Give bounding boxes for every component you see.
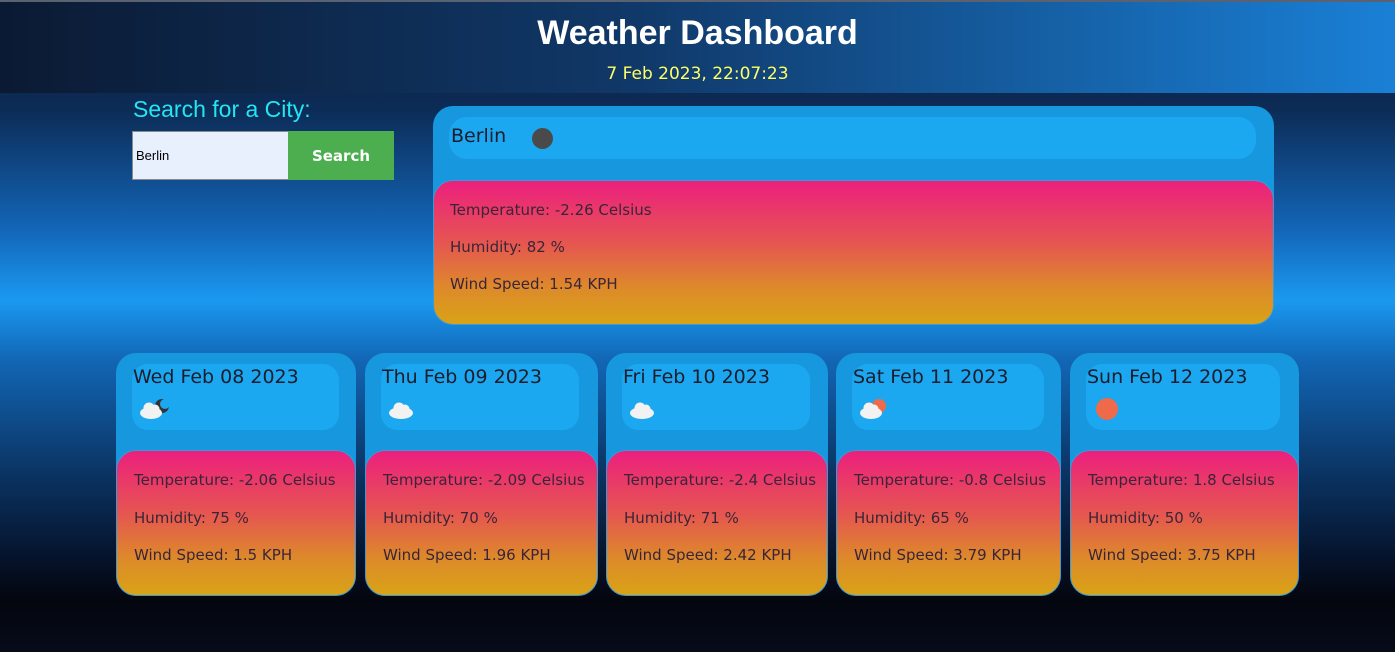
cloud-night-icon xyxy=(140,399,170,419)
forecast-card: Fri Feb 10 2023 Temperature: -2.4 Celsiu… xyxy=(606,353,828,596)
forecast-wind-speed: Wind Speed: 2.42 KPH xyxy=(624,546,792,564)
forecast-stats: Temperature: 1.8 Celsius Humidity: 50 % … xyxy=(1070,450,1299,596)
forecast-card: Thu Feb 09 2023 Temperature: -2.09 Celsi… xyxy=(365,353,598,596)
forecast-temperature: Temperature: -2.4 Celsius xyxy=(624,471,817,489)
forecast-card: Wed Feb 08 2023 Temperature: -2.06 Celsi… xyxy=(116,353,356,596)
forecast-date: Sun Feb 12 2023 xyxy=(1087,366,1248,388)
forecast-stats: Temperature: -0.8 Celsius Humidity: 65 %… xyxy=(836,450,1061,596)
forecast-date: Thu Feb 09 2023 xyxy=(382,366,542,388)
forecast-wind-speed: Wind Speed: 3.79 KPH xyxy=(854,546,1022,564)
sun-icon xyxy=(1096,398,1118,420)
current-datetime: 7 Feb 2023, 22:07:23 xyxy=(606,64,789,84)
forecast-temperature: Temperature: -2.06 Celsius xyxy=(134,471,336,489)
forecast-stats: Temperature: -2.4 Celsius Humidity: 71 %… xyxy=(606,450,828,596)
forecast-card-header: Sat Feb 11 2023 xyxy=(852,364,1044,430)
forecast-card: Sun Feb 12 2023 Temperature: 1.8 Celsius… xyxy=(1070,353,1299,596)
search-label: Search for a City: xyxy=(133,96,311,122)
forecast-humidity: Humidity: 50 % xyxy=(1088,509,1203,527)
forecast-humidity: Humidity: 65 % xyxy=(854,509,969,527)
forecast-wind-speed: Wind Speed: 1.96 KPH xyxy=(383,546,551,564)
city-search-input[interactable] xyxy=(132,131,288,180)
current-weather-stats: Temperature: -2.26 Celsius Humidity: 82 … xyxy=(433,180,1274,325)
forecast-card-header: Fri Feb 10 2023 xyxy=(622,364,810,430)
forecast-stats: Temperature: -2.09 Celsius Humidity: 70 … xyxy=(365,450,598,596)
current-weather-card: Berlin Temperature: -2.26 Celsius Humidi… xyxy=(433,106,1274,325)
forecast-temperature: Temperature: -2.09 Celsius xyxy=(383,471,585,489)
forecast-card-header: Sun Feb 12 2023 xyxy=(1086,364,1280,430)
search-button[interactable]: Search xyxy=(288,131,394,180)
forecast-card-header: Wed Feb 08 2023 xyxy=(132,364,339,430)
forecast-date: Wed Feb 08 2023 xyxy=(133,366,299,388)
current-temperature: Temperature: -2.26 Celsius xyxy=(450,201,652,219)
city-name: Berlin xyxy=(451,125,507,147)
current-wind-speed: Wind Speed: 1.54 KPH xyxy=(450,275,618,293)
forecast-humidity: Humidity: 75 % xyxy=(134,509,249,527)
forecast-stats: Temperature: -2.06 Celsius Humidity: 75 … xyxy=(116,450,356,596)
forecast-date: Sat Feb 11 2023 xyxy=(853,366,1009,388)
forecast-temperature: Temperature: 1.8 Celsius xyxy=(1088,471,1275,489)
forecast-wind-speed: Wind Speed: 3.75 KPH xyxy=(1088,546,1256,564)
forecast-humidity: Humidity: 70 % xyxy=(383,509,498,527)
current-weather-header: Berlin xyxy=(449,117,1256,159)
cloud-sun-icon xyxy=(860,399,886,419)
page-header: Weather Dashboard 7 Feb 2023, 22:07:23 xyxy=(0,0,1395,93)
cloud-icon xyxy=(389,402,413,419)
page-title: Weather Dashboard xyxy=(537,14,858,52)
forecast-wind-speed: Wind Speed: 1.5 KPH xyxy=(134,546,293,564)
forecast-humidity: Humidity: 71 % xyxy=(624,509,739,527)
forecast-date: Fri Feb 10 2023 xyxy=(623,366,770,388)
forecast-card-header: Thu Feb 09 2023 xyxy=(381,364,579,430)
current-humidity: Humidity: 82 % xyxy=(450,238,565,256)
moon-clear-night-icon xyxy=(532,128,553,149)
cloud-icon xyxy=(630,402,654,419)
forecast-temperature: Temperature: -0.8 Celsius xyxy=(854,471,1047,489)
forecast-card: Sat Feb 11 2023 Temperature: -0.8 Celsiu… xyxy=(836,353,1061,596)
